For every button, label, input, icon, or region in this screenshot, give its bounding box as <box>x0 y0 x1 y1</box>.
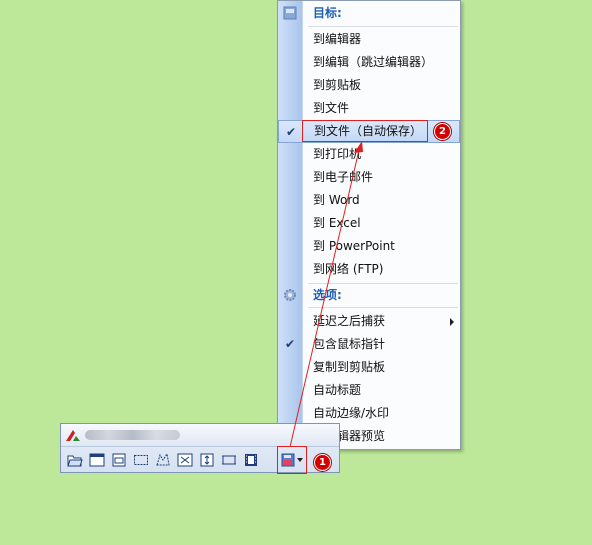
annotation-arrow <box>289 141 363 448</box>
